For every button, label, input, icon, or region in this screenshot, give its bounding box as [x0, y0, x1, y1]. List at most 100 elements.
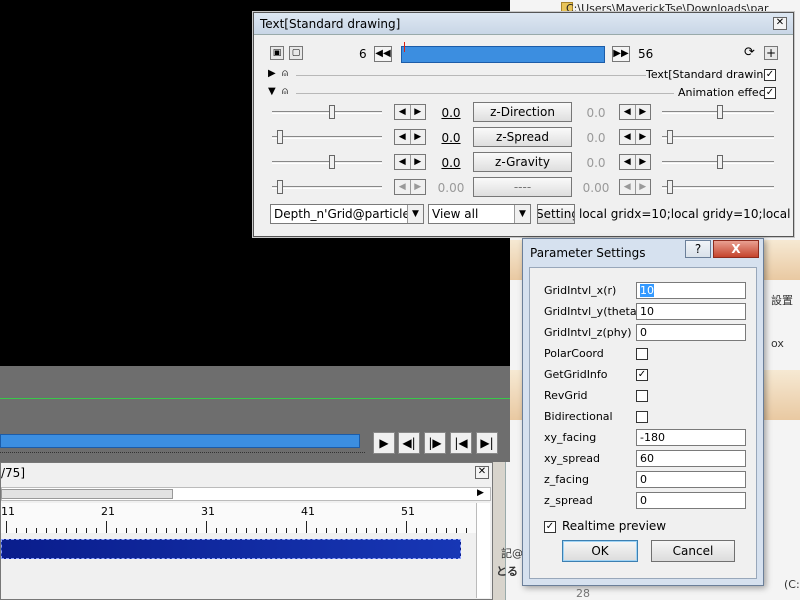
- z-gravity-right-value[interactable]: 0.0: [581, 156, 611, 170]
- z-spread-button[interactable]: z-Spread: [473, 127, 572, 147]
- z-spread-left-stepper[interactable]: ◀ ▶: [394, 129, 426, 145]
- z-spread-right-value[interactable]: 0.0: [581, 131, 611, 145]
- param-input-value: 0: [640, 494, 647, 507]
- text-settings-window: Text[Standard drawing] ✕ ▣ ▢ 6 ◀◀ ▶▶ 56 …: [253, 12, 794, 237]
- timeline-vertical-scrollbar[interactable]: [476, 503, 490, 598]
- realtime-preview-checkbox[interactable]: ✓: [544, 521, 556, 533]
- empty-left-value[interactable]: 0.00: [436, 181, 466, 195]
- param-input[interactable]: -180: [636, 429, 746, 446]
- layer-label-animation: Animation effect: [678, 86, 770, 99]
- param-input[interactable]: 0: [636, 471, 746, 488]
- ruler-tick: [466, 528, 467, 533]
- z-gravity-left-slider[interactable]: [272, 161, 382, 164]
- param-checkbox[interactable]: [636, 390, 648, 402]
- param-checkbox[interactable]: [636, 348, 648, 360]
- z-spread-left-value[interactable]: 0.0: [436, 131, 466, 145]
- timeline-scroll-thumb[interactable]: [1, 489, 173, 499]
- slider-thumb[interactable]: [329, 155, 335, 169]
- playback-seekbar[interactable]: [0, 434, 360, 448]
- ruler-tick: [206, 521, 207, 533]
- chevron-down-icon[interactable]: ▼: [514, 205, 530, 223]
- param-input[interactable]: 10: [636, 303, 746, 320]
- prev-frame-button[interactable]: ◀|: [398, 432, 420, 454]
- empty-right-stepper[interactable]: ◀ ▶: [619, 179, 651, 195]
- slider-thumb[interactable]: [329, 105, 335, 119]
- setting-button[interactable]: Setting: [537, 204, 575, 224]
- param-input[interactable]: 0: [636, 324, 746, 341]
- timeline-close-icon[interactable]: ✕: [475, 466, 489, 479]
- refresh-icon[interactable]: ⟳: [744, 45, 755, 60]
- scroll-right-arrow-icon[interactable]: ▶: [477, 488, 484, 498]
- help-button[interactable]: ?: [685, 240, 711, 258]
- slider-thumb[interactable]: [667, 130, 673, 144]
- text-window-close-icon[interactable]: ✕: [773, 17, 787, 30]
- param-label: GridIntvl_y(theta): [544, 305, 641, 318]
- slider-thumb[interactable]: [717, 105, 723, 119]
- ruler-tick: [416, 528, 417, 533]
- empty-param-button[interactable]: ----: [473, 177, 572, 197]
- clipping-icon[interactable]: ▢: [289, 46, 303, 60]
- slider-thumb[interactable]: [667, 180, 673, 194]
- go-start-button[interactable]: |◀: [450, 432, 472, 454]
- param-input[interactable]: 10: [636, 282, 746, 299]
- ruler-tick: [6, 521, 7, 533]
- ruler-tick: [136, 528, 137, 533]
- next-frame-button[interactable]: |▶: [424, 432, 446, 454]
- ruler-tick: [336, 528, 337, 533]
- z-gravity-right-stepper[interactable]: ◀ ▶: [619, 154, 651, 170]
- z-direction-button[interactable]: z-Direction: [473, 102, 572, 122]
- play-button[interactable]: ▶: [373, 432, 395, 454]
- param-input[interactable]: 60: [636, 450, 746, 467]
- z-direction-right-stepper[interactable]: ◀ ▶: [619, 104, 651, 120]
- ruler-tick: [156, 528, 157, 533]
- go-end-button[interactable]: ▶|: [476, 432, 498, 454]
- cancel-button[interactable]: Cancel: [651, 540, 735, 562]
- empty-left-stepper[interactable]: ◀ ▶: [394, 179, 426, 195]
- slider-thumb[interactable]: [277, 180, 283, 194]
- z-spread-right-slider[interactable]: [662, 136, 774, 139]
- chevron-down-icon[interactable]: ▼: [407, 205, 423, 223]
- ruler-tick: [16, 528, 17, 533]
- effect-select[interactable]: Depth_n'Grid@particle_ ▼: [270, 204, 424, 224]
- ok-button[interactable]: OK: [562, 540, 638, 562]
- frame-range-bar[interactable]: [401, 46, 605, 63]
- z-direction-left-value[interactable]: 0.0: [436, 106, 466, 120]
- ruler-tick: [326, 528, 327, 533]
- z-direction-right-value[interactable]: 0.0: [581, 106, 611, 120]
- z-gravity-left-value[interactable]: 0.0: [436, 156, 466, 170]
- frame-next-button[interactable]: ▶▶: [612, 46, 630, 62]
- z-direction-left-slider[interactable]: [272, 111, 382, 114]
- add-filter-icon[interactable]: +: [764, 46, 778, 60]
- z-gravity-left-stepper[interactable]: ◀ ▶: [394, 154, 426, 170]
- view-select[interactable]: View all ▼: [428, 204, 531, 224]
- empty-left-slider[interactable]: [272, 186, 382, 189]
- layer-text-checkbox[interactable]: ✓: [764, 69, 776, 81]
- parameter-settings-dialog: Parameter Settings ? X GridIntvl_x(r) 10 G…: [522, 238, 764, 586]
- expand-arrow-icon[interactable]: ▶: [268, 68, 276, 79]
- mouse-icon: ⍝: [282, 68, 288, 79]
- z-gravity-button[interactable]: z-Gravity: [473, 152, 572, 172]
- frame-prev-button[interactable]: ◀◀: [374, 46, 392, 62]
- slider-thumb[interactable]: [717, 155, 723, 169]
- slider-thumb[interactable]: [277, 130, 283, 144]
- dialog-title: Parameter Settings: [530, 246, 646, 260]
- camera-control-icon[interactable]: ▣: [270, 46, 284, 60]
- empty-right-value[interactable]: 0.00: [581, 181, 611, 195]
- z-spread-left-slider[interactable]: [272, 136, 382, 139]
- empty-right-slider[interactable]: [662, 186, 774, 189]
- param-checkbox[interactable]: ✓: [636, 369, 648, 381]
- collapse-arrow-icon[interactable]: ▼: [268, 86, 276, 97]
- z-spread-right-stepper[interactable]: ◀ ▶: [619, 129, 651, 145]
- ruler-tick: [216, 528, 217, 533]
- timeline-ruler[interactable]: 11 21 31 41 51: [1, 503, 477, 533]
- layer-animation-checkbox[interactable]: ✓: [764, 87, 776, 99]
- param-label: RevGrid: [544, 389, 588, 402]
- z-direction-left-stepper[interactable]: ◀ ▶: [394, 104, 426, 120]
- ruler-tick: [446, 528, 447, 533]
- frame-end: 56: [638, 47, 654, 61]
- param-checkbox[interactable]: [636, 411, 648, 423]
- timeline-object-clip[interactable]: [1, 539, 461, 559]
- param-input[interactable]: 0: [636, 492, 746, 509]
- text-window-titlebar[interactable]: Text[Standard drawing] ✕: [254, 13, 793, 35]
- dialog-close-button[interactable]: X: [713, 240, 759, 258]
